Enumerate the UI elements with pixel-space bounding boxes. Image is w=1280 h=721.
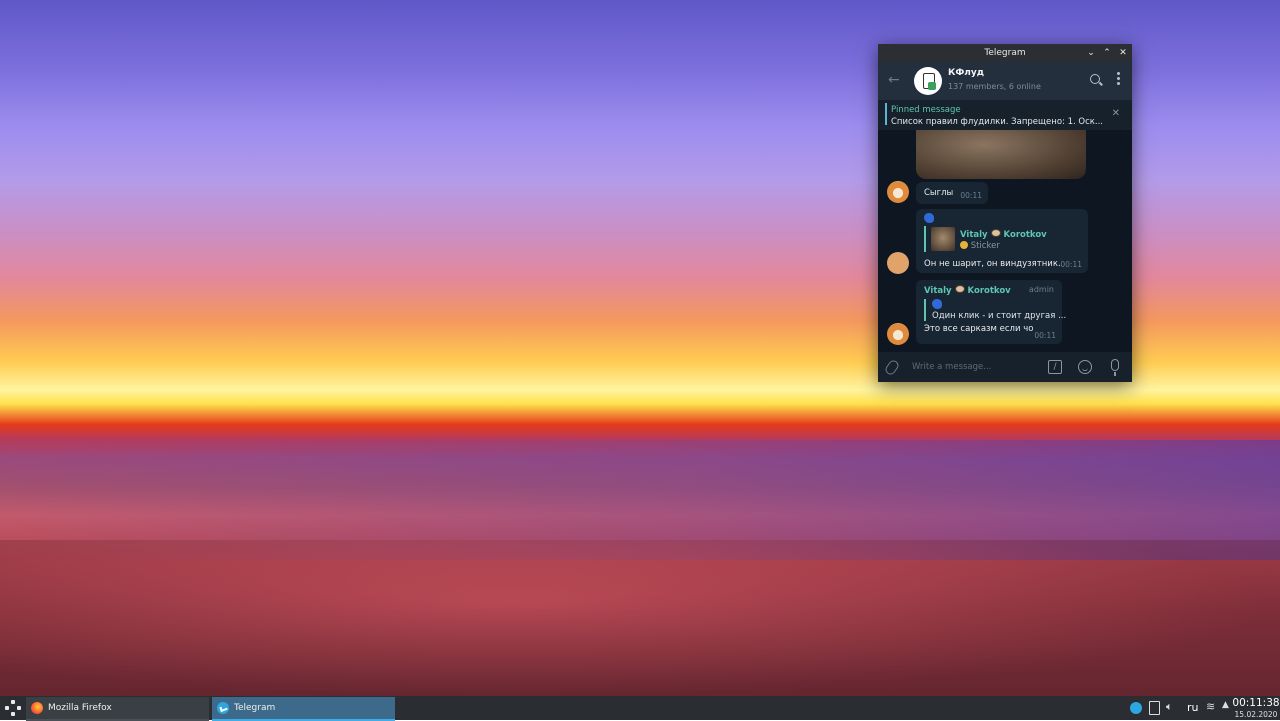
message-sender[interactable]: Vitaly Korotkov bbox=[924, 285, 1011, 296]
volume-icon[interactable]: 🔈︎ bbox=[1166, 701, 1173, 713]
chat-avatar[interactable] bbox=[914, 67, 942, 95]
chat-title[interactable]: КФлуд bbox=[948, 68, 984, 78]
message-time: 00:11 bbox=[960, 191, 982, 200]
keyboard-layout[interactable]: ru bbox=[1187, 701, 1199, 715]
eye-emoji-icon bbox=[954, 285, 965, 293]
network-icon[interactable]: ≋ bbox=[1206, 701, 1215, 713]
message-bubble[interactable]: Сыглы 00:11 bbox=[916, 182, 988, 204]
task-telegram[interactable]: Telegram bbox=[212, 697, 395, 721]
window-title: Telegram bbox=[984, 48, 1026, 58]
microphone-icon[interactable] bbox=[1111, 359, 1119, 376]
pinned-text: Список правил флудилки. Запрещено: 1. Ос… bbox=[891, 117, 1103, 127]
message-input[interactable]: Write a message... bbox=[912, 362, 991, 372]
telegram-window: Telegram ⌄ ⌃ ✕ ← КФлуд 137 members, 6 on… bbox=[878, 44, 1132, 382]
back-arrow-icon[interactable]: ← bbox=[888, 72, 900, 88]
reply-sender: Vitaly Korotkov bbox=[960, 229, 1047, 240]
firefox-icon bbox=[31, 702, 43, 714]
sender-avatar[interactable] bbox=[887, 252, 909, 274]
message-composer: Write a message... / bbox=[878, 352, 1132, 382]
pinned-message-bar[interactable]: Pinned message Список правил флудилки. З… bbox=[878, 100, 1132, 131]
message-time: 00:11 bbox=[1060, 260, 1082, 269]
eye-emoji-icon bbox=[990, 229, 1001, 237]
sender-avatar[interactable] bbox=[887, 323, 909, 345]
clipboard-icon[interactable] bbox=[1149, 701, 1160, 715]
message-time: 00:11 bbox=[1034, 331, 1056, 340]
pinned-accent-bar bbox=[885, 103, 887, 125]
clock-date: 15.02.2020 bbox=[1234, 710, 1278, 719]
sticker-emoji-icon bbox=[932, 299, 942, 309]
message-text: Это все сарказм если чо bbox=[924, 324, 1034, 334]
clock-time: 00:11:38 bbox=[1232, 697, 1280, 709]
more-vertical-icon[interactable] bbox=[1117, 72, 1120, 86]
taskbar: Mozilla Firefox Telegram 🔈︎ ru ≋ ▲ 00:11… bbox=[0, 696, 1280, 721]
minimize-icon[interactable]: ⌄ bbox=[1086, 48, 1096, 58]
chat-member-count: 137 members, 6 online bbox=[948, 82, 1041, 91]
close-pinned-icon[interactable]: ✕ bbox=[1112, 108, 1120, 119]
wallpaper-sand bbox=[0, 540, 1280, 696]
maximize-icon[interactable]: ⌃ bbox=[1102, 48, 1112, 58]
sticker-emoji-icon bbox=[924, 213, 934, 223]
reply-preview: Sticker bbox=[960, 241, 1000, 251]
clock[interactable]: 00:11:38 15.02.2020 bbox=[1232, 697, 1280, 719]
message-bubble[interactable]: Vitaly Korotkov admin Один клик - и стои… bbox=[916, 280, 1066, 344]
message-text: Он не шарит, он виндузятник. bbox=[924, 259, 1061, 269]
reply-quote[interactable]: Vitaly Korotkov Sticker bbox=[924, 226, 1076, 252]
task-firefox[interactable]: Mozilla Firefox bbox=[26, 697, 209, 721]
application-launcher-icon[interactable] bbox=[4, 699, 22, 717]
message-list[interactable]: Сыглы 00:11 Vitaly Korotkov Sticker Он н… bbox=[878, 130, 1132, 352]
show-hidden-icons-chevron-icon[interactable]: ▲ bbox=[1222, 700, 1229, 710]
task-label: Telegram bbox=[234, 703, 276, 713]
admin-badge: admin bbox=[1028, 285, 1054, 294]
close-icon[interactable]: ✕ bbox=[1118, 48, 1128, 58]
attach-paperclip-icon[interactable] bbox=[883, 358, 901, 377]
reply-quote[interactable]: Один клик - и стоит другая ... bbox=[924, 299, 1066, 321]
pinned-title: Pinned message bbox=[891, 105, 961, 115]
search-icon[interactable] bbox=[1090, 74, 1100, 84]
reply-preview: Один клик - и стоит другая ... bbox=[932, 311, 1067, 321]
window-titlebar[interactable]: Telegram ⌄ ⌃ ✕ bbox=[878, 44, 1132, 62]
emoji-icon[interactable] bbox=[1078, 360, 1092, 374]
bot-command-icon[interactable]: / bbox=[1048, 360, 1062, 374]
chat-header: ← КФлуд 137 members, 6 online bbox=[878, 62, 1132, 100]
task-label: Mozilla Firefox bbox=[48, 703, 112, 713]
sticker-thumbnail bbox=[931, 227, 955, 251]
message-bubble[interactable]: Vitaly Korotkov Sticker Он не шарит, он … bbox=[916, 209, 1088, 273]
smile-emoji-icon bbox=[960, 241, 968, 249]
message-text: Сыглы bbox=[924, 188, 954, 198]
telegram-tray-icon[interactable] bbox=[1130, 702, 1142, 714]
sender-avatar[interactable] bbox=[887, 181, 909, 203]
telegram-icon bbox=[217, 702, 229, 714]
photo-message[interactable] bbox=[916, 130, 1086, 179]
